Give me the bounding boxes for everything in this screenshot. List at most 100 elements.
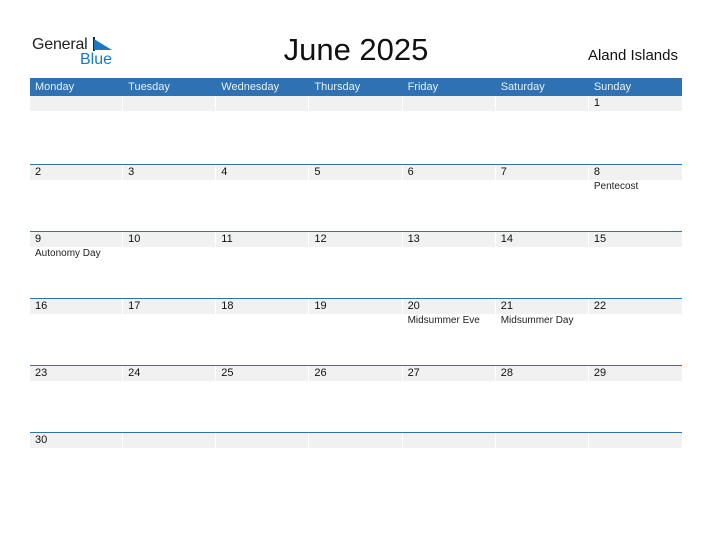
day-number bbox=[123, 96, 216, 111]
day-cell[interactable] bbox=[30, 96, 123, 112]
day-cell[interactable]: 19 bbox=[309, 299, 402, 326]
day-number: 18 bbox=[216, 299, 309, 314]
day-number: 2 bbox=[30, 165, 123, 180]
holiday-label bbox=[589, 381, 682, 382]
weekday-label: Sunday bbox=[593, 81, 632, 93]
day-cell[interactable]: 26 bbox=[309, 366, 402, 382]
holiday-label bbox=[216, 247, 309, 248]
day-cell[interactable] bbox=[309, 433, 402, 449]
day-cell[interactable]: 13 bbox=[402, 232, 496, 259]
day-number bbox=[588, 433, 682, 448]
day-cell[interactable]: 27 bbox=[402, 366, 496, 382]
weekday-label: Tuesday bbox=[128, 81, 170, 93]
day-number: 23 bbox=[30, 366, 123, 381]
holiday-label bbox=[123, 314, 216, 315]
day-cell[interactable] bbox=[123, 96, 216, 112]
day-number: 16 bbox=[30, 299, 123, 314]
holiday-label bbox=[309, 247, 402, 248]
weekday-header: Monday Tuesday Wednesday Thursday Friday Satu… bbox=[30, 78, 682, 96]
day-number bbox=[402, 433, 495, 448]
holiday-label bbox=[216, 111, 309, 112]
holiday-label bbox=[123, 111, 216, 112]
holiday-label bbox=[30, 111, 123, 112]
day-cell[interactable]: 5 bbox=[309, 165, 402, 192]
day-cell[interactable]: 14 bbox=[495, 232, 589, 259]
holiday-label bbox=[403, 180, 496, 181]
day-number: 5 bbox=[309, 165, 402, 180]
day-number bbox=[402, 96, 495, 111]
weekday-label: Monday bbox=[35, 81, 75, 93]
day-cell[interactable]: 4 bbox=[216, 165, 309, 192]
week-row: 1 bbox=[30, 96, 682, 164]
day-number: 10 bbox=[123, 232, 216, 247]
day-number: 30 bbox=[30, 433, 123, 448]
day-cell[interactable]: 6 bbox=[402, 165, 496, 192]
holiday-label bbox=[216, 180, 309, 181]
day-cell[interactable]: 10 bbox=[123, 232, 216, 259]
day-cell[interactable]: 7 bbox=[495, 165, 589, 192]
day-cell[interactable] bbox=[216, 433, 309, 449]
day-cell[interactable]: 9 Autonomy Day bbox=[30, 232, 123, 259]
day-cell[interactable]: 3 bbox=[123, 165, 216, 192]
day-number bbox=[123, 433, 216, 448]
region-label: Aland Islands bbox=[587, 47, 678, 64]
holiday-label: Midsummer Eve bbox=[407, 315, 480, 326]
holiday-label bbox=[309, 111, 402, 112]
day-cell[interactable] bbox=[402, 96, 496, 112]
day-number: 26 bbox=[309, 366, 402, 381]
week-row: 2 3 4 5 6 7 8 Pentecost bbox=[30, 164, 682, 231]
day-cell[interactable]: 28 bbox=[495, 366, 589, 382]
day-cell[interactable]: 16 bbox=[30, 299, 123, 326]
holiday-label bbox=[216, 448, 309, 449]
holiday-label bbox=[403, 381, 496, 382]
day-number: 15 bbox=[588, 232, 682, 247]
day-number: 4 bbox=[216, 165, 309, 180]
day-cell[interactable] bbox=[495, 433, 589, 449]
day-cell[interactable]: 18 bbox=[216, 299, 309, 326]
holiday-label bbox=[30, 314, 123, 315]
weekday-label: Thursday bbox=[314, 81, 361, 93]
day-cell[interactable]: 1 bbox=[588, 96, 682, 112]
day-cell[interactable]: 15 bbox=[588, 232, 682, 259]
holiday-label: Autonomy Day bbox=[35, 248, 101, 259]
day-cell[interactable] bbox=[588, 433, 682, 449]
day-cell[interactable]: 17 bbox=[123, 299, 216, 326]
day-number: 25 bbox=[216, 366, 309, 381]
day-cell[interactable]: 20 Midsummer Eve bbox=[402, 299, 496, 326]
day-number: 28 bbox=[495, 366, 588, 381]
day-cell[interactable]: 25 bbox=[216, 366, 309, 382]
day-cell[interactable] bbox=[309, 96, 402, 112]
weekday-label: Wednesday bbox=[221, 81, 280, 93]
weekday-label: Friday bbox=[407, 81, 439, 93]
day-cell[interactable]: 24 bbox=[123, 366, 216, 382]
day-cell[interactable]: 22 bbox=[588, 299, 682, 326]
holiday-label bbox=[403, 448, 496, 449]
week-row: 30 bbox=[30, 432, 682, 499]
week-row: 9 Autonomy Day 10 11 12 13 14 15 bbox=[30, 231, 682, 298]
holiday-label bbox=[589, 247, 682, 248]
holiday-label bbox=[589, 111, 682, 112]
holiday-label bbox=[30, 448, 123, 449]
holiday-label bbox=[309, 381, 402, 382]
day-number bbox=[30, 96, 123, 111]
day-number: 1 bbox=[588, 96, 682, 111]
day-number bbox=[495, 96, 588, 111]
day-cell[interactable]: 29 bbox=[588, 366, 682, 382]
week-row: 16 17 18 19 20 Midsummer Eve 21 Midsummer Day 22 bbox=[30, 298, 682, 365]
day-number: 8 bbox=[588, 165, 682, 180]
day-number: 11 bbox=[216, 232, 309, 247]
day-cell[interactable]: 2 bbox=[30, 165, 123, 192]
holiday-label bbox=[216, 381, 309, 382]
day-cell[interactable] bbox=[123, 433, 216, 449]
day-cell[interactable]: 12 bbox=[309, 232, 402, 259]
day-cell[interactable] bbox=[402, 433, 496, 449]
day-cell[interactable] bbox=[495, 96, 589, 112]
day-cell[interactable] bbox=[216, 96, 309, 112]
day-cell[interactable]: 8 Pentecost bbox=[588, 165, 682, 192]
day-cell[interactable]: 11 bbox=[216, 232, 309, 259]
day-number: 14 bbox=[495, 232, 588, 247]
day-cell[interactable]: 30 bbox=[30, 433, 123, 449]
day-cell[interactable]: 21 Midsummer Day bbox=[495, 299, 589, 326]
holiday-label bbox=[496, 247, 589, 248]
day-cell[interactable]: 23 bbox=[30, 366, 123, 382]
